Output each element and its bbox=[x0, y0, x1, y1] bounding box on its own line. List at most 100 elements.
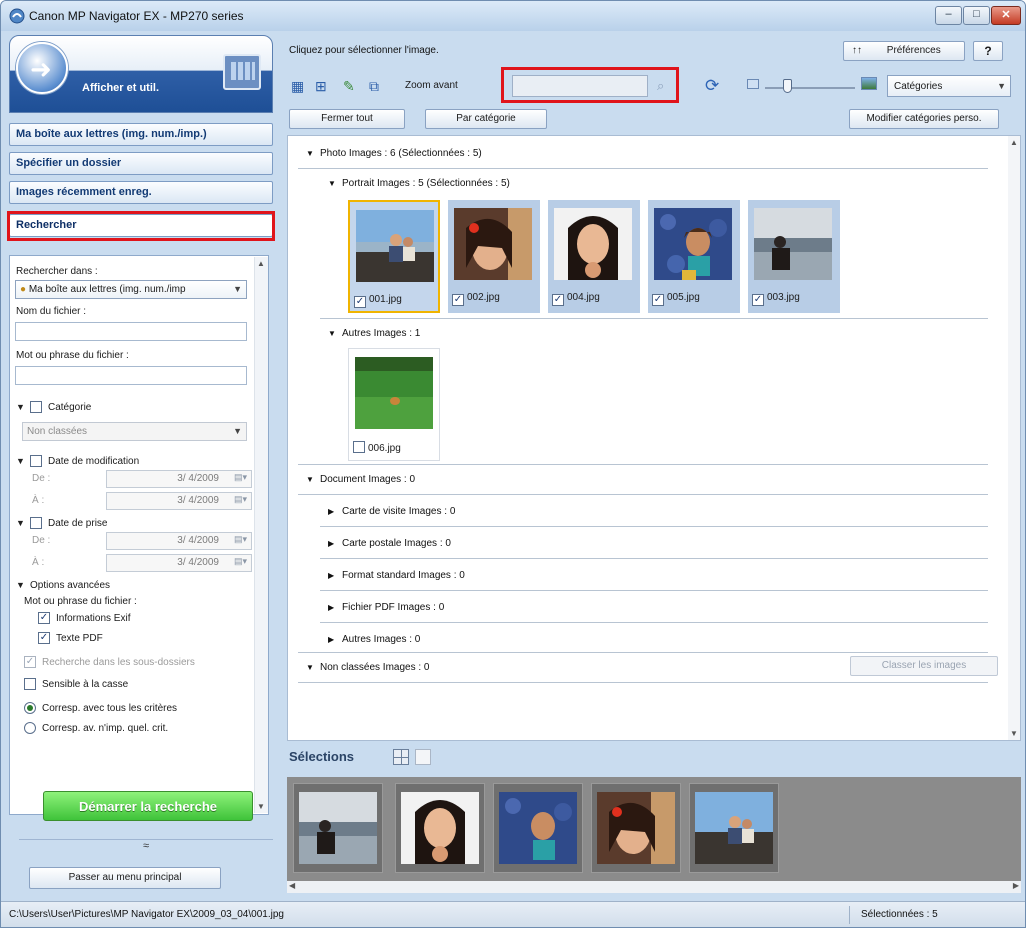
group-non-classees-label: Non classées Images : 0 bbox=[320, 662, 430, 673]
phrase-input[interactable] bbox=[15, 366, 247, 385]
thumbnail-checkbox[interactable]: ✓ bbox=[652, 294, 664, 306]
refresh-icon[interactable]: ⟳ bbox=[705, 76, 719, 96]
nav-mailbox[interactable]: Ma boîte aux lettres (img. num./imp.) bbox=[9, 123, 273, 146]
thumbnail-004[interactable]: ✓ 004.jpg bbox=[548, 200, 640, 313]
subfolders-checkbox[interactable]: ✓ bbox=[24, 656, 36, 668]
group-autres-doc[interactable]: ▶ Autres Images : 0 bbox=[328, 634, 420, 645]
maximize-button[interactable]: □ bbox=[963, 6, 990, 25]
fit-view-icon[interactable]: ▦ bbox=[291, 78, 309, 94]
thumbnail-006[interactable]: 006.jpg bbox=[348, 348, 440, 461]
modified-from-date[interactable]: 3/ 4/2009 ▤▾ bbox=[106, 470, 252, 488]
group-portrait[interactable]: ▼ Portrait Images : 5 (Sélectionnées : 5) bbox=[328, 178, 510, 189]
scroll-down-icon[interactable]: ▼ bbox=[257, 802, 265, 811]
correct-image-icon[interactable]: ✎ bbox=[343, 78, 361, 94]
edit-categories-button[interactable]: Modifier catégories perso. bbox=[849, 109, 999, 129]
advanced-expander-icon[interactable]: ▼ bbox=[16, 580, 25, 590]
scroll-left-icon[interactable]: ◀ bbox=[289, 881, 295, 890]
close-all-button[interactable]: Fermer tout bbox=[289, 109, 405, 129]
tray-item[interactable] bbox=[591, 783, 681, 873]
scroll-right-icon[interactable]: ▶ bbox=[1013, 881, 1019, 890]
thumbnail-image bbox=[355, 357, 433, 429]
thumbnail-005[interactable]: ✓ 005.jpg bbox=[648, 200, 740, 313]
group-carte-postale[interactable]: ▶ Carte postale Images : 0 bbox=[328, 538, 451, 549]
single-view-icon[interactable] bbox=[415, 749, 431, 765]
classify-images-button[interactable]: Classer les images bbox=[850, 656, 998, 676]
preferences-label: Préférences bbox=[886, 45, 941, 56]
pdf-checkbox[interactable]: ✓ bbox=[38, 632, 50, 644]
modified-to-date[interactable]: 3/ 4/2009 ▤▾ bbox=[106, 492, 252, 510]
preferences-button[interactable]: ↑↑ Préférences bbox=[843, 41, 965, 61]
modified-checkbox[interactable] bbox=[30, 455, 42, 467]
group-photo[interactable]: ▼ Photo Images : 6 (Sélectionnées : 5) bbox=[306, 148, 482, 159]
thumbnail-001[interactable]: ✓ 001.jpg bbox=[348, 200, 440, 313]
divider bbox=[320, 558, 988, 559]
thumbnail-filename: 005.jpg bbox=[667, 292, 700, 303]
main-menu-button[interactable]: Passer au menu principal bbox=[29, 867, 221, 889]
taken-to-date[interactable]: 3/ 4/2009 ▤▾ bbox=[106, 554, 252, 572]
thumbnail-size-slider[interactable] bbox=[765, 87, 855, 89]
match-all-radio[interactable] bbox=[24, 702, 36, 714]
thumbnail-003[interactable]: ✓ 003.jpg bbox=[748, 200, 840, 313]
minimize-button[interactable]: – bbox=[935, 6, 962, 25]
large-thumbnail-icon bbox=[861, 77, 877, 90]
selection-tray-scrollbar[interactable]: ◀ ▶ bbox=[287, 881, 1021, 893]
close-button[interactable]: ✕ bbox=[991, 6, 1021, 25]
scroll-up-icon[interactable]: ▲ bbox=[257, 259, 265, 268]
mailbox-icon: ● bbox=[20, 284, 29, 295]
match-any-radio[interactable] bbox=[24, 722, 36, 734]
filename-input[interactable] bbox=[15, 322, 247, 341]
exif-checkbox[interactable]: ✓ bbox=[38, 612, 50, 624]
help-button[interactable]: ? bbox=[973, 41, 1003, 61]
tray-item[interactable] bbox=[293, 783, 383, 873]
group-carte-visite[interactable]: ▶ Carte de visite Images : 0 bbox=[328, 506, 455, 517]
category-checkbox[interactable] bbox=[30, 401, 42, 413]
search-icon[interactable]: ⌕ bbox=[657, 78, 664, 94]
collapse-panel-button[interactable]: ≈ bbox=[19, 839, 273, 855]
view-mode-select[interactable]: Catégories ▼ bbox=[887, 75, 1011, 97]
case-checkbox[interactable] bbox=[24, 678, 36, 690]
group-non-classees[interactable]: ▼ Non classées Images : 0 bbox=[306, 662, 430, 673]
taken-checkbox[interactable] bbox=[30, 517, 42, 529]
thumbnail-area-scrollbar[interactable]: ▲ ▼ bbox=[1008, 136, 1020, 740]
thumbnail-checkbox[interactable]: ✓ bbox=[452, 294, 464, 306]
group-autres-doc-label: Autres Images : 0 bbox=[342, 634, 421, 645]
collapse-icon: ▶ bbox=[328, 635, 335, 644]
zoom-in-label[interactable]: Zoom avant bbox=[405, 80, 458, 91]
search-in-select[interactable]: ● Ma boîte aux lettres (img. num./imp ▼ bbox=[15, 280, 247, 299]
nav-recent-images[interactable]: Images récemment enreg. bbox=[9, 181, 273, 204]
group-autres-photo[interactable]: ▼ Autres Images : 1 bbox=[328, 328, 420, 339]
group-format-standard[interactable]: ▶ Format standard Images : 0 bbox=[328, 570, 465, 581]
thumbnail-checkbox[interactable]: ✓ bbox=[552, 294, 564, 306]
selections-title: Sélections bbox=[289, 749, 355, 764]
nav-specify-folder[interactable]: Spécifier un dossier bbox=[9, 152, 273, 175]
group-document[interactable]: ▼ Document Images : 0 bbox=[306, 474, 415, 485]
thumbnail-caption: ✓ 005.jpg bbox=[652, 292, 700, 306]
thumbnail-checkbox[interactable]: ✓ bbox=[752, 294, 764, 306]
grid-view-icon[interactable]: ⊞ bbox=[315, 78, 333, 94]
scroll-up-icon[interactable]: ▲ bbox=[1010, 138, 1018, 147]
by-category-button[interactable]: Par catégorie bbox=[425, 109, 547, 129]
tray-item[interactable] bbox=[395, 783, 485, 873]
zoom-in-icon[interactable]: ⧉ bbox=[369, 78, 387, 94]
category-select[interactable]: Non classées ▼ bbox=[22, 422, 247, 441]
modified-expander-icon[interactable]: ▼ bbox=[16, 456, 25, 466]
thumbnail-002[interactable]: ✓ 002.jpg bbox=[448, 200, 540, 313]
tray-item[interactable] bbox=[493, 783, 583, 873]
thumbnail-checkbox[interactable] bbox=[353, 441, 365, 453]
taken-from-date[interactable]: 3/ 4/2009 ▤▾ bbox=[106, 532, 252, 550]
group-fichier-pdf[interactable]: ▶ Fichier PDF Images : 0 bbox=[328, 602, 444, 613]
slider-handle[interactable] bbox=[783, 79, 792, 93]
collapse-icon: ▶ bbox=[328, 507, 335, 516]
start-search-button[interactable]: Démarrer la recherche bbox=[43, 791, 253, 821]
grid-view-icon[interactable] bbox=[393, 749, 409, 765]
divider bbox=[320, 318, 988, 319]
small-thumbnail-icon bbox=[747, 79, 759, 89]
nav-search[interactable]: Rechercher bbox=[9, 214, 273, 237]
scroll-down-icon[interactable]: ▼ bbox=[1010, 729, 1018, 738]
search-panel-scrollbar[interactable]: ▲ ▼ bbox=[254, 257, 268, 813]
quick-search-input[interactable] bbox=[512, 75, 648, 97]
thumbnail-checkbox[interactable]: ✓ bbox=[354, 296, 366, 308]
category-expander-icon[interactable]: ▼ bbox=[16, 402, 25, 412]
taken-expander-icon[interactable]: ▼ bbox=[16, 518, 25, 528]
tray-item[interactable] bbox=[689, 783, 779, 873]
